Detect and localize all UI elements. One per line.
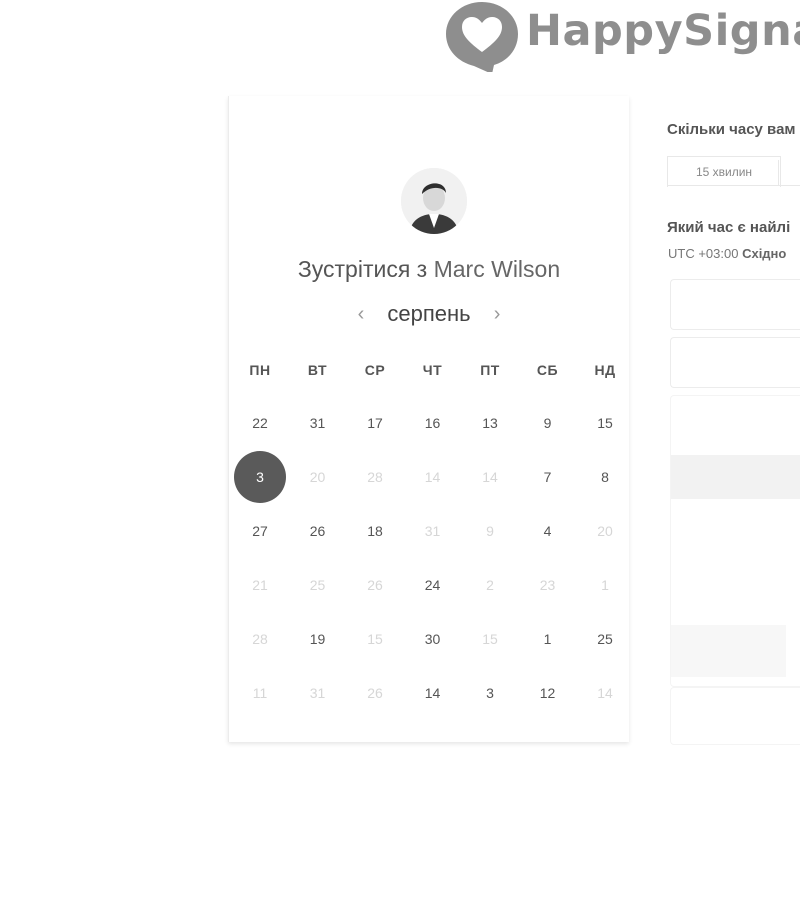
calendar-day[interactable]: 22 — [234, 397, 286, 449]
calendar-day: 31 — [424, 523, 441, 539]
calendar-day[interactable]: 13 — [464, 397, 516, 449]
calendar-day[interactable]: 14 — [407, 667, 459, 719]
booking-panel: Скільки часу вам 15 хвилин Який час є на… — [667, 0, 800, 900]
calendar-day[interactable]: 16 — [407, 397, 459, 449]
weekday-header: ЧТ — [422, 362, 443, 378]
chevron-left-icon[interactable]: ‹ — [351, 303, 371, 326]
weekday-header: ПН — [249, 362, 271, 378]
calendar-day: 28 — [252, 631, 268, 647]
calendar-day[interactable]: 26 — [292, 505, 344, 557]
calendar-day: 23 — [539, 577, 556, 593]
calendar-day[interactable]: 18 — [349, 505, 401, 557]
calendar-day: 11 — [252, 685, 268, 701]
weekday-header: ПТ — [480, 362, 500, 378]
weekday-header: СР — [364, 362, 386, 378]
calendar-day[interactable]: 30 — [407, 613, 459, 665]
calendar-day: 20 — [597, 523, 613, 539]
time-slot-placeholder — [671, 455, 800, 499]
calendar-day[interactable]: 15 — [579, 397, 631, 449]
month-label: серпень — [387, 301, 471, 326]
duration-underline — [667, 185, 800, 186]
calendar-day: 31 — [309, 685, 326, 701]
calendar-day: 26 — [367, 685, 383, 701]
calendar-day[interactable]: 27 — [234, 505, 286, 557]
calendar-day[interactable]: 24 — [407, 559, 459, 611]
calendar-day[interactable]: 19 — [292, 613, 344, 665]
time-slot-placeholder — [671, 625, 786, 677]
duration-divider — [778, 160, 779, 186]
calendar-day[interactable]: 31 — [292, 397, 344, 449]
calendar-day[interactable]: 1 — [522, 613, 574, 665]
calendar-day: 14 — [482, 469, 498, 485]
calendar-day[interactable]: 3 — [464, 667, 516, 719]
calendar-card: Зустрітися з Marc Wilson ‹ серпень › ПН В… — [228, 96, 629, 742]
weekday-header: ВТ — [307, 362, 328, 378]
weekday-header: НД — [594, 362, 616, 378]
calendar-day: 21 — [252, 577, 268, 593]
duration-option-15[interactable]: 15 хвилин — [667, 156, 781, 187]
calendar-day: 25 — [309, 577, 326, 593]
calendar-day[interactable]: 9 — [522, 397, 574, 449]
calendar-day: 1 — [601, 577, 609, 593]
calendar-day: 20 — [309, 469, 326, 485]
title-prefix: Зустрітися з — [297, 256, 428, 282]
time-slot[interactable] — [670, 687, 800, 745]
calendar-day: 26 — [367, 577, 383, 593]
calendar-day[interactable]: 8 — [579, 451, 631, 503]
host-name: Marc Wilson — [433, 256, 561, 282]
meeting-title: Зустрітися з Marc Wilson — [229, 256, 629, 283]
calendar-day[interactable]: 7 — [522, 451, 574, 503]
calendar-day: 15 — [482, 631, 498, 647]
time-slot[interactable] — [670, 279, 800, 330]
calendar-day: 2 — [486, 577, 494, 593]
timezone-label[interactable]: UTC +03:00 Східно — [668, 246, 786, 261]
calendar-day: 14 — [424, 469, 441, 485]
calendar-day[interactable]: 4 — [522, 505, 574, 557]
duration-question: Скільки часу вам — [667, 121, 796, 138]
timezone-offset: UTC +03:00 — [668, 246, 739, 261]
calendar-day[interactable]: 17 — [349, 397, 401, 449]
time-question: Який час є найлі — [667, 219, 791, 236]
avatar — [401, 168, 467, 234]
calendar-day: 14 — [597, 685, 613, 701]
calendar-day: 9 — [486, 523, 494, 539]
calendar-day[interactable]: 25 — [579, 613, 631, 665]
month-navigation: ‹ серпень › — [229, 301, 629, 327]
chevron-right-icon[interactable]: › — [487, 303, 507, 326]
calendar-day: 28 — [367, 469, 383, 485]
timezone-name: Східно — [742, 246, 787, 261]
calendar-day-selected[interactable]: 3 — [234, 451, 286, 503]
time-slot[interactable] — [670, 337, 800, 388]
calendar-day[interactable]: 12 — [522, 667, 574, 719]
calendar-day: 15 — [367, 631, 383, 647]
weekday-header: СБ — [536, 362, 559, 378]
heart-chat-logo-icon — [446, 2, 518, 72]
